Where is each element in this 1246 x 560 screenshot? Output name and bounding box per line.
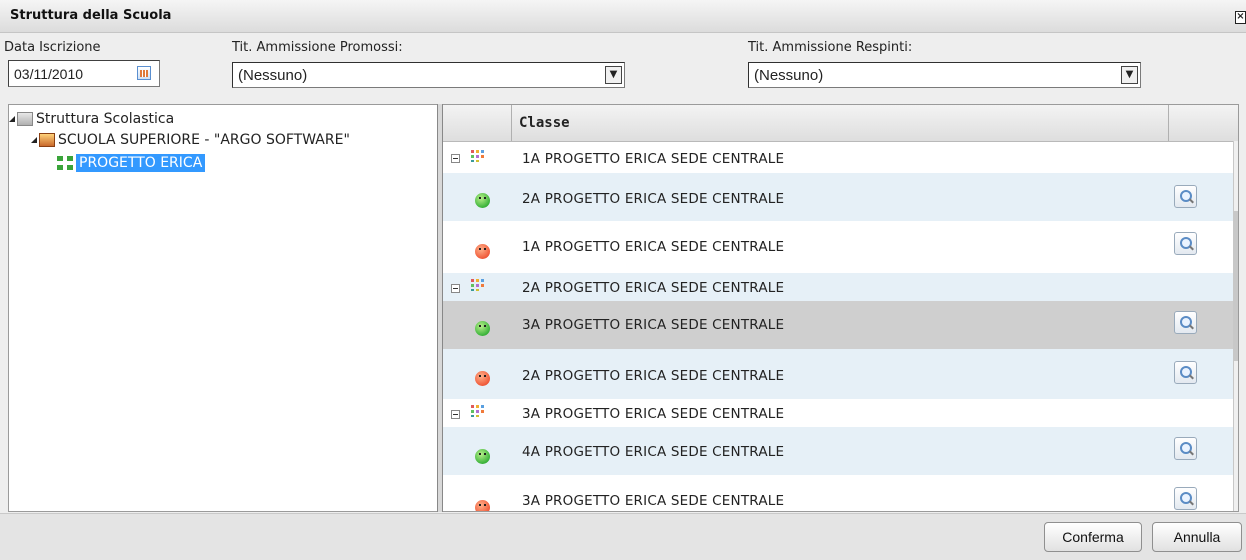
table-row[interactable]: 2A PROGETTO ERICA SEDE CENTRALE bbox=[443, 349, 1233, 399]
respinti-label: Tit. Ammissione Respinti: bbox=[748, 40, 913, 55]
expand-arrow-icon[interactable] bbox=[31, 137, 37, 143]
tree-node-root[interactable]: Struttura Scolastica bbox=[9, 111, 174, 127]
collapse-icon[interactable] bbox=[451, 284, 460, 293]
cancel-button[interactable]: Annulla bbox=[1152, 522, 1242, 552]
table-row[interactable]: 3A PROGETTO ERICA SEDE CENTRALE bbox=[443, 475, 1233, 511]
magnifier-icon[interactable] bbox=[1174, 487, 1197, 510]
dialog-window: Struttura della Scuola × Data Iscrizione… bbox=[0, 0, 1246, 560]
row-label: 2A PROGETTO ERICA SEDE CENTRALE bbox=[522, 368, 785, 384]
tree-node-project-label: PROGETTO ERICA bbox=[76, 154, 206, 172]
school-icon bbox=[39, 133, 55, 147]
expand-arrow-icon[interactable] bbox=[9, 116, 15, 122]
promossi-selected: (Nessuno) bbox=[238, 67, 308, 84]
project-icon bbox=[57, 156, 73, 170]
magnifier-icon[interactable] bbox=[1174, 437, 1197, 460]
group-row[interactable]: 1A PROGETTO ERICA SEDE CENTRALE bbox=[443, 142, 1233, 173]
collapse-icon[interactable] bbox=[451, 410, 460, 419]
calendar-icon[interactable] bbox=[137, 66, 151, 80]
row-label: 2A PROGETTO ERICA SEDE CENTRALE bbox=[522, 191, 785, 207]
table-row[interactable]: 1A PROGETTO ERICA SEDE CENTRALE bbox=[443, 221, 1233, 273]
magnifier-icon[interactable] bbox=[1174, 185, 1197, 208]
rejected-frown-icon bbox=[475, 371, 490, 386]
promoted-smile-icon bbox=[475, 321, 490, 336]
rejected-frown-icon bbox=[475, 500, 490, 511]
header-separator bbox=[511, 105, 512, 141]
data-iscrizione-value: 03/11/2010 bbox=[14, 66, 84, 82]
collapse-icon[interactable] bbox=[451, 154, 460, 163]
data-iscrizione-label: Data Iscrizione bbox=[4, 40, 101, 55]
row-label: 3A PROGETTO ERICA SEDE CENTRALE bbox=[522, 493, 785, 509]
tree-node-school[interactable]: SCUOLA SUPERIORE - "ARGO SOFTWARE" bbox=[31, 132, 350, 148]
group-row[interactable]: 3A PROGETTO ERICA SEDE CENTRALE bbox=[443, 399, 1233, 427]
table-row-selected[interactable]: 3A PROGETTO ERICA SEDE CENTRALE bbox=[443, 301, 1233, 349]
grid-header: Classe bbox=[443, 105, 1238, 142]
rejected-frown-icon bbox=[475, 244, 490, 259]
scrollbar-thumb[interactable] bbox=[1234, 211, 1238, 361]
table-row[interactable]: 2A PROGETTO ERICA SEDE CENTRALE bbox=[443, 173, 1233, 221]
row-label: 4A PROGETTO ERICA SEDE CENTRALE bbox=[522, 444, 785, 460]
tree-node-root-label: Struttura Scolastica bbox=[36, 111, 175, 127]
promoted-smile-icon bbox=[475, 449, 490, 464]
school-building-icon bbox=[17, 112, 33, 126]
magnifier-icon[interactable] bbox=[1174, 232, 1197, 255]
promoted-smile-icon bbox=[475, 193, 490, 208]
table-row[interactable]: 4A PROGETTO ERICA SEDE CENTRALE bbox=[443, 427, 1233, 475]
promossi-select[interactable]: (Nessuno) ▼ bbox=[232, 62, 625, 88]
magnifier-icon[interactable] bbox=[1174, 311, 1197, 334]
class-group-icon bbox=[471, 150, 484, 162]
dialog-title: Struttura della Scuola bbox=[10, 8, 172, 23]
group-row-label: 1A PROGETTO ERICA SEDE CENTRALE bbox=[522, 151, 785, 167]
row-label: 1A PROGETTO ERICA SEDE CENTRALE bbox=[522, 239, 785, 255]
title-bar[interactable]: Struttura della Scuola × bbox=[0, 0, 1246, 33]
vertical-scrollbar[interactable] bbox=[1233, 141, 1238, 511]
row-label: 3A PROGETTO ERICA SEDE CENTRALE bbox=[522, 317, 785, 333]
close-icon[interactable]: × bbox=[1235, 11, 1246, 24]
group-row[interactable]: 2A PROGETTO ERICA SEDE CENTRALE bbox=[443, 273, 1233, 301]
respinti-selected: (Nessuno) bbox=[754, 67, 824, 84]
column-header-classe[interactable]: Classe bbox=[519, 115, 570, 131]
respinti-select[interactable]: (Nessuno) ▼ bbox=[748, 62, 1141, 88]
group-row-label: 3A PROGETTO ERICA SEDE CENTRALE bbox=[522, 406, 785, 422]
tree-node-project[interactable]: PROGETTO ERICA bbox=[57, 154, 206, 172]
group-row-label: 2A PROGETTO ERICA SEDE CENTRALE bbox=[522, 280, 785, 296]
structure-tree: Struttura Scolastica SCUOLA SUPERIORE - … bbox=[8, 104, 438, 512]
header-separator bbox=[1168, 105, 1169, 141]
tree-node-school-label: SCUOLA SUPERIORE - "ARGO SOFTWARE" bbox=[58, 132, 350, 148]
classes-grid: Classe 1A PROGETTO ERICA SEDE CENTRALE 2… bbox=[443, 104, 1239, 512]
class-group-icon bbox=[471, 405, 484, 417]
magnifier-icon[interactable] bbox=[1174, 361, 1197, 384]
class-group-icon bbox=[471, 279, 484, 291]
chevron-down-icon[interactable]: ▼ bbox=[1121, 66, 1138, 84]
promossi-label: Tit. Ammissione Promossi: bbox=[232, 40, 403, 55]
confirm-button[interactable]: Conferma bbox=[1044, 522, 1142, 552]
data-iscrizione-input[interactable]: 03/11/2010 bbox=[8, 60, 160, 87]
chevron-down-icon[interactable]: ▼ bbox=[605, 66, 622, 84]
